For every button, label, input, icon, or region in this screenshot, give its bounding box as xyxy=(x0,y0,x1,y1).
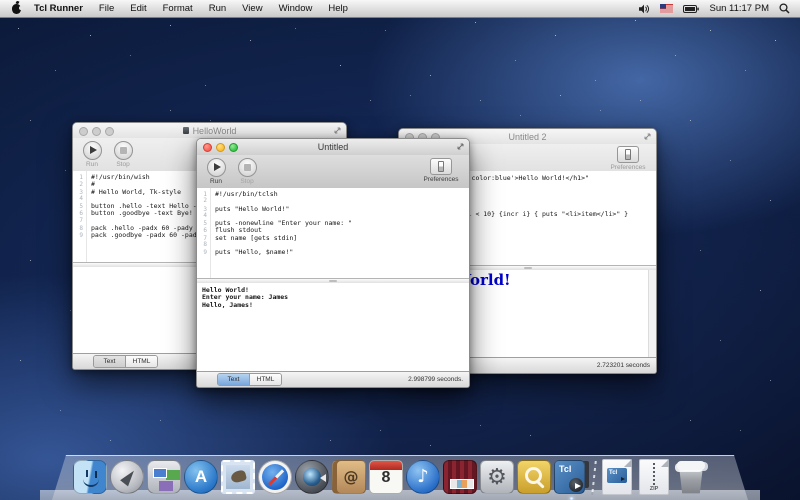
play-icon xyxy=(214,163,221,171)
zoom-button[interactable] xyxy=(105,127,114,136)
close-button[interactable] xyxy=(203,143,212,152)
resize-grip-icon[interactable] xyxy=(644,133,651,140)
facetime-camera-icon[interactable] xyxy=(294,459,330,495)
tab-html[interactable]: HTML xyxy=(249,374,281,385)
window-title: HelloWorld xyxy=(193,126,237,136)
menu-clock[interactable]: Sun 11:17 PM xyxy=(709,3,769,14)
menu-bar-left: Tcl Runner File Edit Format Run View Win… xyxy=(0,0,356,17)
untitled-bottombar: Text HTML 2.998799 seconds. xyxy=(197,371,469,387)
address-book-icon[interactable] xyxy=(331,459,367,495)
resize-grip-icon[interactable] xyxy=(334,127,341,134)
stop-button[interactable]: Stop xyxy=(111,141,135,168)
desktop: Tcl Runner File Edit Format Run View Win… xyxy=(0,0,800,500)
trash-icon[interactable] xyxy=(673,459,709,495)
window-title: Untitled xyxy=(318,142,349,152)
input-source-flag-icon[interactable] xyxy=(660,4,673,13)
ical-icon[interactable]: 8 xyxy=(368,459,404,495)
run-button[interactable]: Run xyxy=(80,141,104,168)
preferences-button[interactable]: Preferences xyxy=(421,158,461,183)
menu-view[interactable]: View xyxy=(234,0,270,17)
output-mode-segmented-control: Text HTML xyxy=(217,373,282,386)
preferences-icon xyxy=(617,146,639,163)
trash-paper xyxy=(677,461,705,470)
photo-booth-icon[interactable] xyxy=(442,459,478,495)
code-line: 6flush stdout xyxy=(197,226,469,233)
run-button[interactable]: Run xyxy=(204,158,228,185)
helloworld-window-controls xyxy=(79,127,114,136)
file-search-icon[interactable] xyxy=(516,459,552,495)
preferences-button[interactable]: Preferences xyxy=(608,146,648,171)
menu-bar-status: Sun 11:17 PM xyxy=(639,3,800,14)
menu-edit[interactable]: Edit xyxy=(122,0,154,17)
volume-icon[interactable] xyxy=(639,4,650,14)
minimize-button[interactable] xyxy=(92,127,101,136)
run-time-status: 2.723201 seconds xyxy=(597,362,650,369)
code-line: 7set name [gets stdin] xyxy=(197,234,469,241)
menu-format[interactable]: Format xyxy=(155,0,201,17)
safari-icon[interactable] xyxy=(257,459,293,495)
code-line: 2 xyxy=(197,197,469,204)
untitled-toolbar: Run Stop Preferences xyxy=(197,155,469,189)
output-mode-segmented-control: Text HTML xyxy=(93,355,158,368)
preferences-icon xyxy=(430,158,452,175)
output-line: Enter your name: James xyxy=(197,293,469,300)
helloworld-titlebar[interactable]: HelloWorld xyxy=(73,123,346,139)
scrollbar-track[interactable] xyxy=(648,270,656,361)
apple-menu-icon[interactable] xyxy=(12,4,21,14)
zoom-button[interactable] xyxy=(229,143,238,152)
app-menu[interactable]: Tcl Runner xyxy=(26,0,91,17)
menu-run[interactable]: Run xyxy=(201,0,234,17)
app-store-icon[interactable] xyxy=(183,459,219,495)
code-line: 1#!/usr/bin/tclsh xyxy=(197,190,469,197)
code-line: 3puts "Hello World!" xyxy=(197,205,469,212)
itunes-icon[interactable] xyxy=(405,459,441,495)
code-line: 4 xyxy=(197,212,469,219)
document-proxy-icon xyxy=(183,127,189,134)
play-icon xyxy=(90,146,97,154)
output-line: Hello, James! xyxy=(197,301,469,308)
stop-icon xyxy=(244,164,251,171)
code-line: 9puts "Hello, $name!" xyxy=(197,248,469,255)
output-line: Hello World! xyxy=(197,286,469,293)
menu-bar: Tcl Runner File Edit Format Run View Win… xyxy=(0,0,800,18)
stop-icon xyxy=(120,147,127,154)
finder-icon[interactable] xyxy=(72,459,108,495)
run-time-status: 2.998799 seconds. xyxy=(408,376,463,383)
tcl-document-icon[interactable]: Tcl xyxy=(599,459,635,495)
close-button[interactable] xyxy=(79,127,88,136)
code-line: 8 xyxy=(197,241,469,248)
mail-icon[interactable] xyxy=(220,459,256,495)
code-line: 5puts -nonewline "Enter your name: " xyxy=(197,219,469,226)
menu-file[interactable]: File xyxy=(91,0,122,17)
untitled-window-controls xyxy=(203,143,238,152)
mission-control-icon[interactable] xyxy=(146,459,182,495)
launchpad-icon[interactable] xyxy=(109,459,145,495)
code-editor[interactable]: 1#!/usr/bin/tclsh23puts "Hello World!"45… xyxy=(197,188,469,280)
window-title: Untitled 2 xyxy=(508,132,546,142)
battery-icon[interactable] xyxy=(683,5,699,13)
tab-text[interactable]: Text xyxy=(94,356,125,367)
stop-button[interactable]: Stop xyxy=(235,158,259,185)
untitled-titlebar[interactable]: Untitled xyxy=(197,139,469,156)
tcl-runner-icon[interactable] xyxy=(553,459,589,495)
tab-html[interactable]: HTML xyxy=(125,356,157,367)
dock: 8 Tcl ZIP xyxy=(72,459,709,495)
menu-window[interactable]: Window xyxy=(271,0,321,17)
menu-help[interactable]: Help xyxy=(320,0,356,17)
system-preferences-icon[interactable] xyxy=(479,459,515,495)
zip-archive-icon[interactable]: ZIP xyxy=(636,459,672,495)
dock-separator-icon xyxy=(591,461,597,495)
resize-grip-icon[interactable] xyxy=(457,143,464,150)
window-untitled[interactable]: Untitled Run Stop Preferences 1#!/usr/bi… xyxy=(196,138,470,388)
tab-text[interactable]: Text xyxy=(218,374,249,385)
minimize-button[interactable] xyxy=(216,143,225,152)
output-pane[interactable]: Hello World!Enter your name: JamesHello,… xyxy=(197,283,469,375)
play-badge-icon xyxy=(575,483,581,489)
spotlight-icon[interactable] xyxy=(779,3,790,14)
